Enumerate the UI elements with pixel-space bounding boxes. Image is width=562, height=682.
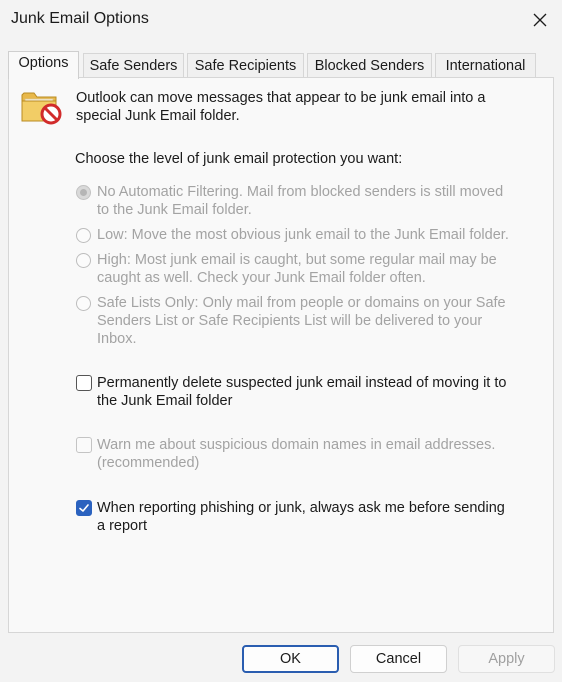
warn-domains-line-2: (recommended) xyxy=(97,455,200,471)
permanently-delete-checkbox[interactable] xyxy=(76,375,92,391)
ask-before-sending-checkbox[interactable] xyxy=(76,500,92,516)
radio-no-automatic-filtering[interactable] xyxy=(76,185,91,200)
level-safe-lists-line-3: Inbox. xyxy=(97,331,137,347)
intro-line-1: Outlook can move messages that appear to… xyxy=(76,90,486,106)
tab-international[interactable]: International xyxy=(435,53,536,78)
options-panel: Outlook can move messages that appear to… xyxy=(8,77,554,633)
intro-line-2: special Junk Email folder. xyxy=(76,108,240,124)
warn-domains-line-1: Warn me about suspicious domain names in… xyxy=(97,437,496,453)
radio-safe-lists-only[interactable] xyxy=(76,296,91,311)
level-safe-lists-line-1: Safe Lists Only: Only mail from people o… xyxy=(97,295,506,311)
warn-suspicious-domains-checkbox[interactable] xyxy=(76,437,92,453)
radio-high[interactable] xyxy=(76,253,91,268)
tab-strip: Options Safe Senders Safe Recipients Blo… xyxy=(8,51,538,79)
ask-before-sending-line-2: a report xyxy=(97,518,147,534)
apply-button[interactable]: Apply xyxy=(458,645,555,673)
permanently-delete-line-2: the Junk Email folder xyxy=(97,393,233,409)
level-no-filter-line-2: to the Junk Email folder. xyxy=(97,202,252,218)
level-safe-lists-line-2: Senders List or Safe Recipients List wil… xyxy=(97,313,483,329)
tab-blocked-senders[interactable]: Blocked Senders xyxy=(307,53,432,78)
close-button[interactable] xyxy=(526,6,554,34)
permanently-delete-line-1: Permanently delete suspected junk email … xyxy=(97,375,507,391)
level-no-filter-line-1: No Automatic Filtering. Mail from blocke… xyxy=(97,184,504,200)
window-title: Junk Email Options xyxy=(11,10,149,27)
title-bar: Junk Email Options xyxy=(0,0,562,40)
tab-safe-recipients[interactable]: Safe Recipients xyxy=(187,53,304,78)
level-high-line-2: caught as well. Check your Junk Email fo… xyxy=(97,270,426,286)
cancel-button[interactable]: Cancel xyxy=(350,645,447,673)
ask-before-sending-line-1: When reporting phishing or junk, always … xyxy=(97,500,505,516)
close-icon xyxy=(533,13,547,27)
level-low-line-1: Low: Move the most obvious junk email to… xyxy=(97,227,509,243)
level-high-line-1: High: Most junk email is caught, but som… xyxy=(97,252,497,268)
checkmark-icon xyxy=(79,504,89,512)
ok-button[interactable]: OK xyxy=(242,645,339,673)
tab-safe-senders[interactable]: Safe Senders xyxy=(83,53,184,78)
protection-level-prompt: Choose the level of junk email protectio… xyxy=(75,151,403,167)
tab-options[interactable]: Options xyxy=(8,51,79,79)
radio-low[interactable] xyxy=(76,228,91,243)
junk-folder-icon xyxy=(21,92,62,125)
